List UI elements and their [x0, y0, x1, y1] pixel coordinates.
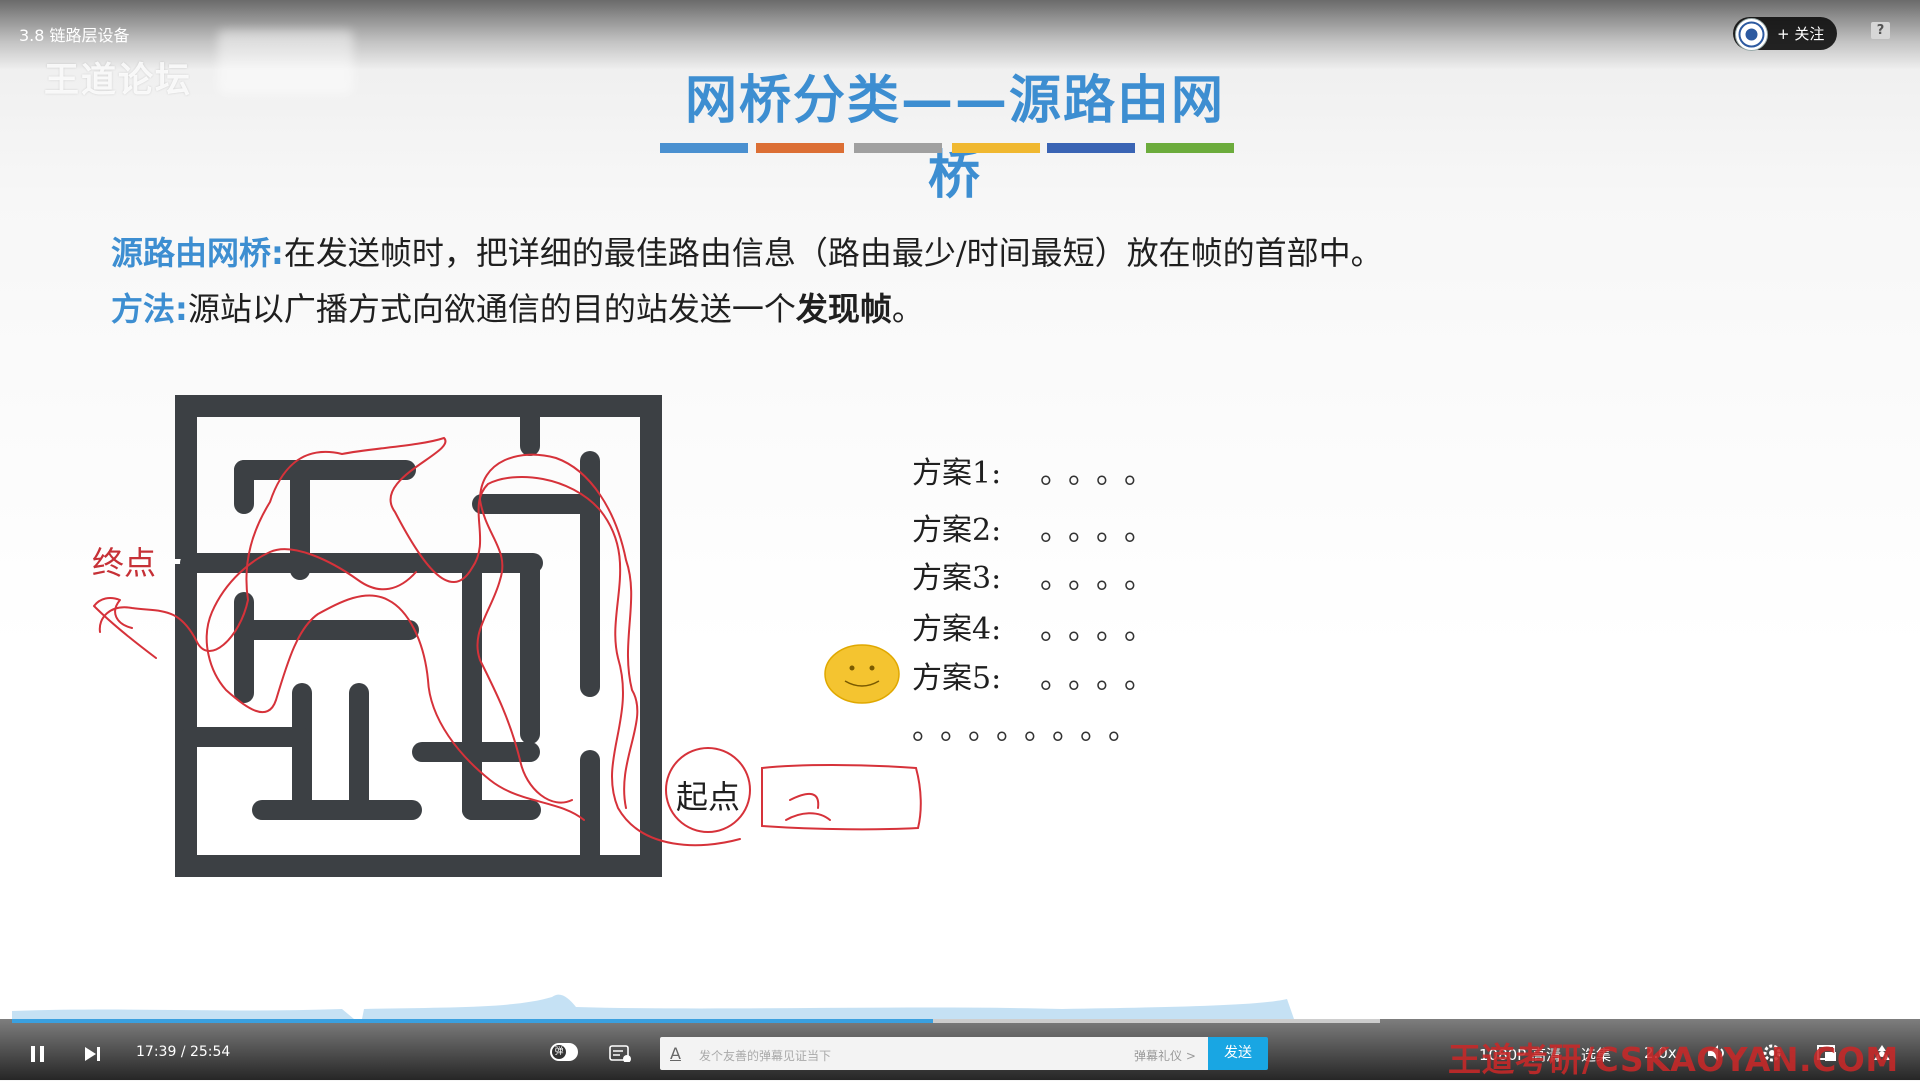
video-frame[interactable]: 网桥分类——源路由网桥 源路由网桥:在发送帧时，把详细的最佳路由信息（路由最少/… — [0, 0, 1920, 1080]
watermark-top-left: 王道论坛 — [44, 61, 193, 101]
watermark-logo-blur — [218, 30, 353, 95]
send-button[interactable]: 发送 — [1208, 1037, 1268, 1070]
danmu-placeholder: 发个友善的弹幕见证当下 — [699, 1049, 832, 1063]
danmu-toggle-knob: 弹 — [552, 1045, 566, 1059]
plan-dots: 。。。。 — [1040, 612, 1167, 647]
watermark-bottom-right: 王道考研/CSKAOYAN.COM — [1448, 1040, 1899, 1079]
plan-dots: 。。。。 — [1040, 561, 1167, 596]
time-separator: / — [180, 1044, 186, 1060]
plan-label: 方案5: — [912, 661, 1002, 696]
plan-dots: 。。。。 — [1040, 513, 1167, 548]
maze-end-label: 终点 — [92, 544, 157, 582]
time-current: 17:39 — [136, 1044, 177, 1060]
plan-dots: 。。。。 — [1040, 456, 1167, 491]
follow-label[interactable]: + 关注 — [1777, 23, 1824, 44]
smiley-face-icon — [824, 644, 900, 704]
plan-label: 方案1: — [912, 456, 1002, 491]
maze-start-label: 起点 — [676, 778, 741, 816]
plan-label: 方案2: — [912, 513, 1002, 548]
maze-walls — [175, 395, 662, 877]
plan-dots: 。。。。 — [1040, 661, 1167, 696]
plan-label: 方案4: — [912, 612, 1002, 647]
progress-played[interactable] — [12, 1019, 933, 1023]
danmu-toggle[interactable]: 弹 — [550, 1043, 578, 1061]
danmu-etiquette-link[interactable]: 弹幕礼仪 > — [1134, 1047, 1196, 1064]
time-display: 17:39 / 25:54 — [136, 1044, 230, 1060]
progress-heatmap — [12, 994, 1294, 1019]
next-icon[interactable] — [83, 1045, 103, 1063]
time-total: 25:54 — [189, 1044, 231, 1060]
help-icon[interactable]: ? — [1871, 22, 1890, 39]
uploader-avatar[interactable] — [1735, 18, 1768, 51]
danmu-style-icon[interactable]: A — [670, 1044, 681, 1063]
trailing-dots: 。。。。。。。。 — [912, 712, 1151, 747]
danmu-settings-icon[interactable] — [609, 1044, 631, 1062]
pause-icon[interactable] — [28, 1044, 48, 1064]
video-title: 3.8 链路层设备 — [19, 26, 130, 45]
plan-label: 方案3: — [912, 561, 1002, 596]
avatar-emblem-icon — [1738, 21, 1765, 48]
